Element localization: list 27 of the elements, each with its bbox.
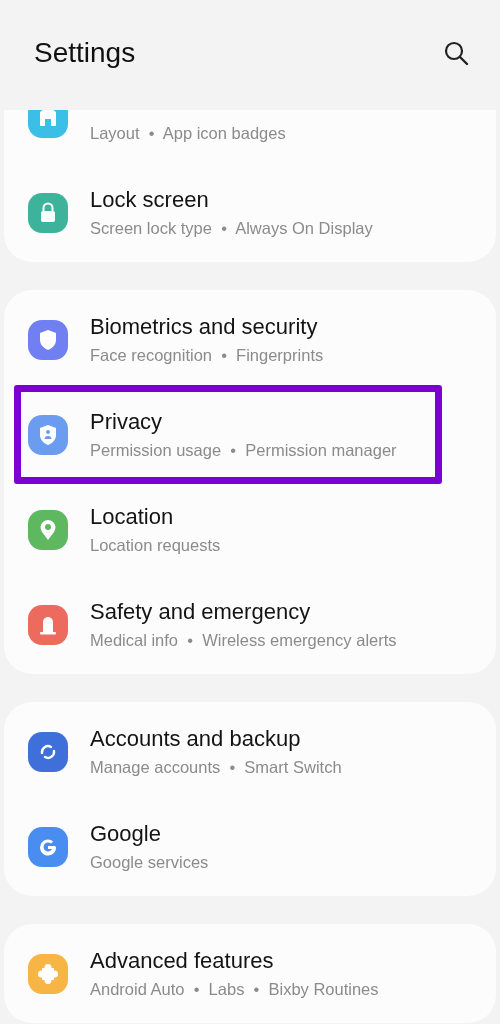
settings-item[interactable]: Privacy Permission usage • Permission manager — [4, 387, 496, 482]
settings-item[interactable]: Safety and emergency Medical info • Wireless emergency alerts — [4, 577, 496, 672]
settings-item[interactable]: Biometrics and security Face recognition • Fingerprints — [4, 292, 496, 387]
item-subtitle: Layout • App icon badges — [90, 122, 286, 144]
item-subtitle: Screen lock type • Always On Display — [90, 217, 373, 239]
settings-item[interactable]: Accounts and backup Manage accounts • Smart Switch — [4, 704, 496, 799]
settings-item[interactable]: Google Google services — [4, 799, 496, 894]
item-subtitle: Manage accounts • Smart Switch — [90, 756, 342, 778]
item-subtitle: Google services — [90, 851, 209, 873]
item-subtitle: Permission usage • Permission manager — [90, 439, 397, 461]
item-title: Safety and emergency — [90, 598, 312, 625]
item-title: Google — [90, 820, 162, 847]
page-title: Settings — [34, 37, 136, 69]
item-subtitle: Location requests — [90, 534, 221, 556]
item-subtitle: Face recognition • Fingerprints — [90, 344, 324, 366]
item-subtitle: Medical info • Wireless emergency alerts — [90, 629, 397, 651]
search-icon[interactable] — [442, 39, 470, 67]
settings-item[interactable]: Location Location requests — [4, 482, 496, 577]
item-title: Location — [90, 503, 175, 530]
item-subtitle: Android Auto • Labs • Bixby Routines — [90, 978, 379, 1000]
item-title: Biometrics and security — [90, 313, 319, 340]
settings-item[interactable]: Lock screen Screen lock type • Always On Display — [4, 165, 496, 260]
item-title: Privacy — [90, 408, 164, 435]
item-title: Lock screen — [90, 186, 210, 213]
item-title: Accounts and backup — [90, 725, 302, 752]
settings-item[interactable]: Advanced features Android Auto • Labs • Bixby Routines — [4, 926, 496, 1021]
item-title: Advanced features — [90, 947, 275, 974]
